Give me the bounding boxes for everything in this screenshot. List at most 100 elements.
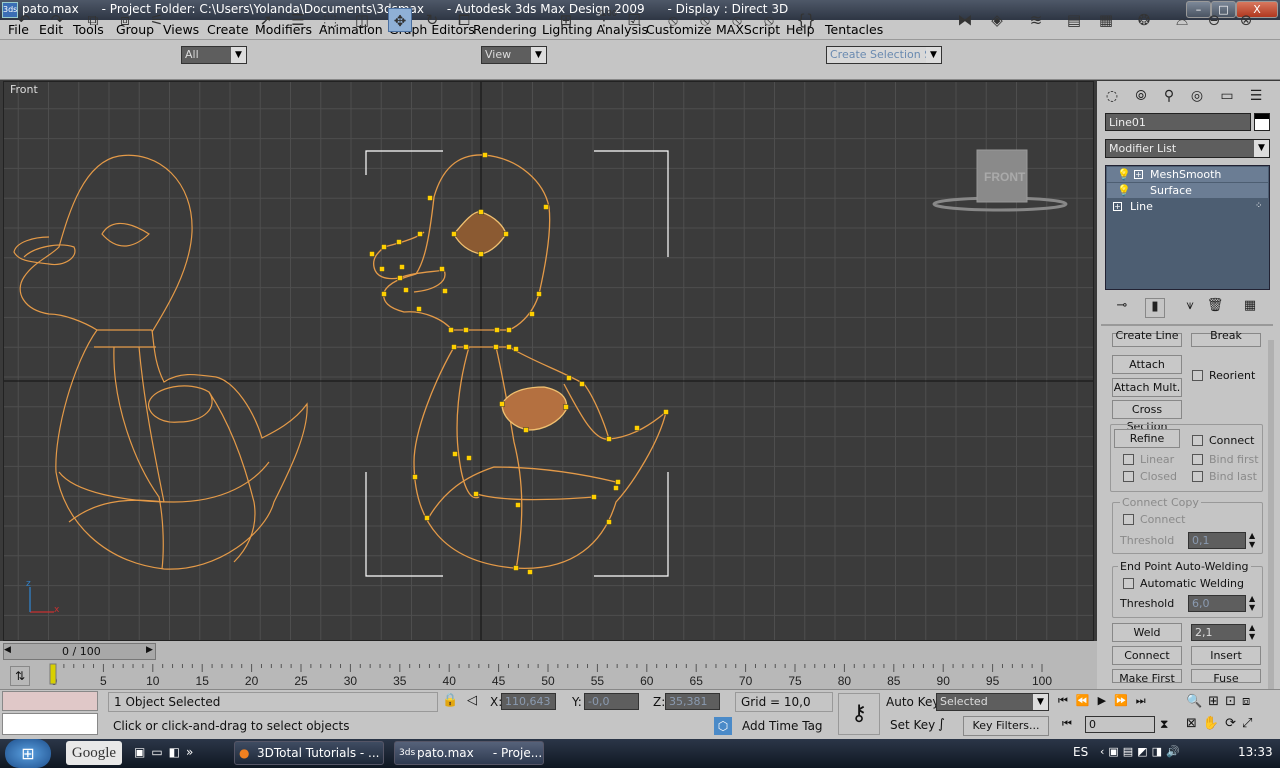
connect-button[interactable]: Connect [1112, 646, 1182, 665]
viewport-label[interactable]: Front [10, 83, 38, 96]
hierarchy-tab-icon[interactable]: ⚲ [1158, 85, 1180, 107]
select-and-scale-icon[interactable]: ⧠ [452, 8, 476, 32]
percent-snap-icon[interactable]: ☑ [622, 8, 646, 32]
weld-button[interactable]: Weld [1112, 623, 1182, 642]
connect-checkbox[interactable] [1192, 435, 1203, 446]
pivot-center-icon[interactable]: ⊞ [554, 8, 578, 32]
attach-mult-button[interactable]: Attach Mult. [1112, 378, 1182, 397]
spinner-arrows-icon[interactable]: ▲ ▼ [1249, 594, 1255, 612]
tangent-icon[interactable]: ∫ [938, 717, 945, 732]
threshold-spinner-1[interactable]: 0,1 [1188, 532, 1246, 549]
taskbar-3dsmax[interactable]: 3ds pato.max - Proje... [394, 741, 544, 765]
time-tag-icon[interactable]: ⬡ [714, 717, 732, 735]
spinner-arrows-icon[interactable]: ▲ ▼ [1249, 531, 1255, 549]
window-crossing-icon[interactable]: ◫ [350, 8, 374, 32]
maxscript-listener-pink[interactable] [2, 691, 98, 711]
time-slider[interactable]: 0 / 100 [3, 643, 156, 660]
make-first-button[interactable]: Make First [1112, 669, 1182, 685]
key-mode-dropdown[interactable]: Selected ▼ [936, 693, 1049, 711]
select-and-rotate-icon[interactable]: ↻ [420, 8, 444, 32]
bind-spacewarp-icon[interactable]: ⚟ [145, 8, 169, 32]
key-filters-button[interactable]: Key Filters... [963, 716, 1049, 736]
fuse-button[interactable]: Fuse [1191, 669, 1261, 685]
linear-checkbox[interactable] [1123, 454, 1134, 465]
modifier-list-dropdown[interactable]: Modifier List ▼ [1105, 139, 1270, 158]
automatic-welding-checkbox[interactable] [1123, 578, 1134, 589]
language-indicator[interactable]: ES [1073, 745, 1088, 759]
threshold-spinner-2[interactable]: 6,0 [1188, 595, 1246, 612]
set-key-icon[interactable]: ⚷ [838, 693, 880, 735]
cross-section-button[interactable]: Cross Section [1112, 400, 1182, 433]
weld-spinner[interactable]: 2,1 [1191, 624, 1246, 641]
create-line-button[interactable]: Create Line [1112, 330, 1182, 347]
redo-icon[interactable]: ↷ [45, 8, 69, 32]
slider-next-icon[interactable]: ▶ [146, 645, 153, 655]
attach-button[interactable]: Attach [1112, 355, 1182, 374]
object-color-swatch[interactable] [1254, 113, 1270, 131]
mirror-icon[interactable]: ⧓ [953, 8, 977, 32]
mirror-snap-icon[interactable]: ⦸ [661, 8, 685, 32]
create-tab-icon[interactable]: ◌ [1101, 85, 1123, 107]
layer-manager-icon[interactable]: ≋ [1024, 8, 1048, 32]
link-icon[interactable]: ⧉ [81, 8, 105, 32]
render-frame-icon[interactable]: ⊖ [1202, 8, 1226, 32]
spinner-snap-icon[interactable]: ⦸ [725, 8, 749, 32]
make-unique-icon[interactable]: ⩛ [1180, 298, 1200, 318]
curly-braces-icon[interactable]: {} [794, 8, 818, 32]
command-panel-scrollbar[interactable] [1268, 340, 1274, 690]
show-end-result-icon[interactable]: ▮ [1145, 298, 1165, 318]
angle-snap-icon[interactable]: ⦸ [693, 8, 717, 32]
viewcube[interactable]: FRONT [932, 149, 1068, 212]
schematic-view-icon[interactable]: ▦ [1094, 8, 1118, 32]
reference-coordinate-dropdown[interactable]: View ▼ [481, 46, 547, 64]
modify-tab-icon[interactable]: ⦾ [1130, 85, 1152, 107]
utilities-tab-icon[interactable]: ☰ [1245, 85, 1267, 107]
rectangular-selection-icon[interactable]: ⬚ [318, 8, 342, 32]
google-toolbar[interactable]: Google [66, 741, 122, 765]
add-time-tag-label[interactable]: Add Time Tag [742, 719, 823, 733]
system-tray-icons[interactable]: ‹▣▤◩◨🔊 [1100, 745, 1184, 758]
curve-editor-icon[interactable]: ▤ [1062, 8, 1086, 32]
front-viewport[interactable]: FRONT x z Front [3, 81, 1094, 641]
select-object-icon[interactable]: ➚ [254, 8, 278, 32]
playback-controls[interactable]: ⏮⏪▶⏩⏭ [1058, 694, 1154, 708]
pin-stack-icon[interactable]: ⊸ [1112, 298, 1132, 318]
select-by-name-icon[interactable]: ☰ [286, 8, 310, 32]
viewport-navigation-top[interactable]: 🔍⊞⊡⧈ [1186, 694, 1256, 709]
refine-button[interactable]: Refine [1114, 429, 1180, 448]
bind-last-checkbox[interactable] [1192, 471, 1203, 482]
unlink-icon[interactable]: ⧈ [113, 8, 137, 32]
break-button[interactable]: Break [1191, 330, 1261, 347]
z-coordinate-field[interactable]: 35,381 [665, 693, 720, 710]
taskbar-firefox[interactable]: ● 3DTotal Tutorials - ... [234, 741, 384, 765]
bind-first-checkbox[interactable] [1192, 454, 1203, 465]
trackbar[interactable]: ⇅ 05101520253035404550556065707580859095… [0, 662, 1097, 689]
start-button-icon[interactable]: ⊞ [5, 739, 51, 768]
viewport-navigation-bottom[interactable]: ⊠✋⟳⤢ [1186, 716, 1258, 731]
object-name-field[interactable]: Line01 [1105, 113, 1251, 131]
absolute-mode-icon[interactable]: ◁ [467, 693, 477, 708]
stack-item-surface[interactable]: 💡 Surface [1107, 183, 1268, 198]
render-setup-icon[interactable]: ⌓ [1170, 8, 1194, 32]
x-coordinate-field[interactable]: 110,643 [501, 693, 556, 710]
reorient-checkbox[interactable] [1192, 370, 1203, 381]
edit-named-selection-icon[interactable]: ⦸ [757, 8, 781, 32]
configure-sets-icon[interactable]: ▦ [1240, 298, 1260, 318]
motion-tab-icon[interactable]: ◎ [1186, 85, 1208, 107]
maxscript-listener-white[interactable] [2, 713, 98, 735]
named-selection-field[interactable]: Create Selection Se ▼ [826, 46, 942, 64]
menu-create[interactable]: Create [207, 22, 249, 37]
quick-launch-icons[interactable]: ▣▭◧» [134, 745, 199, 759]
viewport-canvas[interactable]: FRONT x z [4, 82, 1094, 641]
menu-tentacles[interactable]: Tentacles [825, 22, 883, 37]
lock-selection-icon[interactable]: 🔒 [442, 693, 458, 708]
quick-render-icon[interactable]: ⊗ [1234, 8, 1258, 32]
y-coordinate-field[interactable]: -0,0 [584, 693, 639, 710]
slider-prev-icon[interactable]: ◀ [4, 645, 11, 655]
auto-key-button[interactable]: Auto Key [886, 695, 939, 709]
selection-filter-dropdown[interactable]: All ▼ [181, 46, 247, 64]
align-icon[interactable]: ◈ [985, 8, 1009, 32]
time-config-icon[interactable]: ⧗ [1160, 717, 1168, 732]
menu-rendering[interactable]: Rendering [473, 22, 537, 37]
insert-button[interactable]: Insert [1191, 646, 1261, 665]
